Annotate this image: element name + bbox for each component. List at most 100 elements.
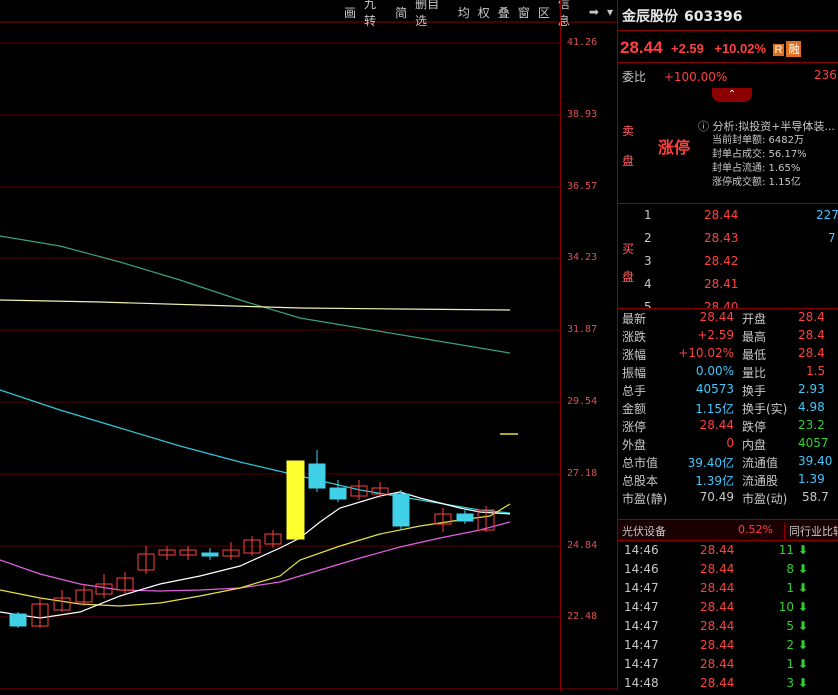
buy-label-top: 买 <box>622 242 635 256</box>
tick-price: 28.44 <box>700 657 735 671</box>
price-change: +2.59 <box>671 41 704 56</box>
badge-r: R <box>772 44 785 56</box>
stats-table: 最新 28.44 开盘 28.4 涨跌 +2.59 最高 28.4 涨幅 +10.02% 最低 2… <box>622 310 833 506</box>
y-axis: 41.26 38.93 36.57 34.23 31.87 29.54 27.1… <box>560 0 617 691</box>
toolbar-remove-watchlist[interactable]: 删自选 <box>411 0 454 29</box>
info-icon: ⓘ <box>698 120 709 133</box>
tick-volume: 10 <box>778 600 794 614</box>
tick-time: 14:47 <box>624 619 659 633</box>
stock-code: 603396 <box>684 9 743 25</box>
tick-volume: 8 <box>786 562 794 576</box>
sell-label-top: 卖 <box>622 124 635 138</box>
toolbar-rights[interactable]: 权 <box>474 4 494 21</box>
down-arrow-icon: ⬇ <box>798 562 809 576</box>
weibi-extra: 236 <box>814 68 837 82</box>
weibi-value: +100.00% <box>663 70 728 84</box>
tick-list[interactable]: 14:46 28.44 11 ⬇ 14:46 28.44 8 ⬇ 14:47 28.44 1 ⬇ … <box>618 543 838 691</box>
tick-price: 28.44 <box>700 676 735 690</box>
tick-price: 28.44 <box>700 619 735 633</box>
tick-price: 28.44 <box>700 600 735 614</box>
buy-level-num: 2 <box>644 231 652 245</box>
down-arrow-icon: ⬇ <box>798 657 809 671</box>
toolbar-ma[interactable]: 均 <box>454 4 474 21</box>
tick-price: 28.44 <box>700 638 735 652</box>
toolbar-range[interactable]: 区 <box>534 4 554 21</box>
tick-volume: 2 <box>786 638 794 652</box>
industry-bar: 光伏设备 0.52% 同行业比较 <box>618 520 838 540</box>
down-arrow-icon: ⬇ <box>798 600 809 614</box>
y-tick: 24.84 <box>567 540 598 551</box>
buy-level-num: 4 <box>644 277 652 291</box>
quote-panel: 金辰股份 603396 28.44 +2.59 +10.02% R融 委比 +10… <box>617 0 838 691</box>
industry-name[interactable]: 光伏设备 <box>622 523 666 539</box>
buy-level-num: 3 <box>644 254 652 268</box>
tick-volume: 5 <box>786 619 794 633</box>
down-arrow-icon: ⬇ <box>798 638 809 652</box>
buy-level-price: 28.42 <box>704 254 739 268</box>
tick-time: 14:47 <box>624 638 659 652</box>
weibi-label: 委比 <box>622 70 647 84</box>
tick-time: 14:47 <box>624 657 659 671</box>
down-arrow-icon: ⬇ <box>798 543 809 557</box>
analysis-line: 当前封单额: 6482万 <box>712 135 804 146</box>
last-price: 28.44 <box>620 38 663 57</box>
stock-name: 金辰股份 <box>622 9 678 25</box>
tick-volume: 1 <box>786 657 794 671</box>
toolbar-overlay[interactable]: 叠 <box>494 4 514 21</box>
tick-time: 14:46 <box>624 562 659 576</box>
buy-level-price: 28.43 <box>704 231 739 245</box>
stock-header[interactable]: 金辰股份 603396 <box>622 6 742 26</box>
kline-svg <box>0 21 617 690</box>
tick-price: 28.44 <box>700 562 735 576</box>
tick-price: 28.44 <box>700 543 735 557</box>
tick-volume: 11 <box>778 543 794 557</box>
buy-level-num: 5 <box>644 300 652 308</box>
buy-level-price: 28.41 <box>704 277 739 291</box>
analysis-line: 涨停成交额: 1.15亿 <box>712 177 801 188</box>
tick-time: 14:47 <box>624 600 659 614</box>
y-tick: 41.26 <box>567 37 598 48</box>
toolbar-window[interactable]: 窗 <box>514 4 534 21</box>
tick-volume: 1 <box>786 581 794 595</box>
y-tick: 29.54 <box>567 396 598 407</box>
analysis-line: 封单占成交: 56.17% <box>712 149 807 160</box>
tick-time: 14:46 <box>624 543 659 557</box>
y-tick: 36.57 <box>567 181 598 192</box>
ma-green-line <box>0 235 511 354</box>
buy-level-volume: 7 <box>828 231 836 245</box>
buy-book: 买 盘 1 28.44 227 2 28.43 7 3 28.42 4 28.4… <box>618 204 838 308</box>
y-tick: 31.87 <box>567 324 598 335</box>
collapse-arrow-icon[interactable]: ⌃ <box>712 88 752 102</box>
down-arrow-icon: ⬇ <box>798 676 809 690</box>
buy-level-price: 28.44 <box>704 208 739 222</box>
tick-price: 28.44 <box>700 581 735 595</box>
buy-label-bottom: 盘 <box>622 270 635 284</box>
buy-level-price: 28.40 <box>704 300 739 308</box>
y-tick: 27.18 <box>567 468 598 479</box>
down-arrow-icon: ⬇ <box>798 619 809 633</box>
analysis-line: 封单占流通: 1.65% <box>712 163 801 174</box>
limit-analysis: ⓘ 分析:拟投资+半导体装... 当前封单额: 6482万 封单占成交: 56.… <box>698 120 835 190</box>
buy-level-num: 1 <box>644 208 652 222</box>
down-arrow-icon: ⬇ <box>798 581 809 595</box>
toolbar-nine-turn[interactable]: 九转 <box>360 0 391 29</box>
toolbar-draw[interactable]: 画 <box>340 4 360 21</box>
kline-chart[interactable]: 画 九转 简 删自选 均 权 叠 窗 区 信息 ➡ ▾ 41.26 38.93 … <box>0 0 617 691</box>
ma-cyan-line <box>0 389 511 514</box>
price-pct: +10.02% <box>714 41 767 56</box>
sell-label-bottom: 盘 <box>622 154 635 168</box>
ma-magenta-line <box>0 521 511 592</box>
industry-pct: 0.52% <box>738 523 773 536</box>
weibi-row: 委比 +100.00% <box>622 68 727 85</box>
limit-up-label: 涨停 <box>658 138 691 157</box>
toolbar-simple[interactable]: 简 <box>391 4 411 21</box>
candles <box>9 450 495 628</box>
tab-peer-compare[interactable]: 同行业比较 <box>784 523 838 539</box>
tick-volume: 3 <box>786 676 794 690</box>
buy-level-volume: 227 <box>816 208 838 222</box>
price-row: 28.44 +2.59 +10.02% R融 <box>620 38 802 58</box>
y-tick: 34.23 <box>567 252 598 263</box>
analysis-line: 分析:拟投资+半导体装... <box>712 120 835 133</box>
y-tick: 22.48 <box>567 611 598 622</box>
tick-time: 14:48 <box>624 676 659 690</box>
